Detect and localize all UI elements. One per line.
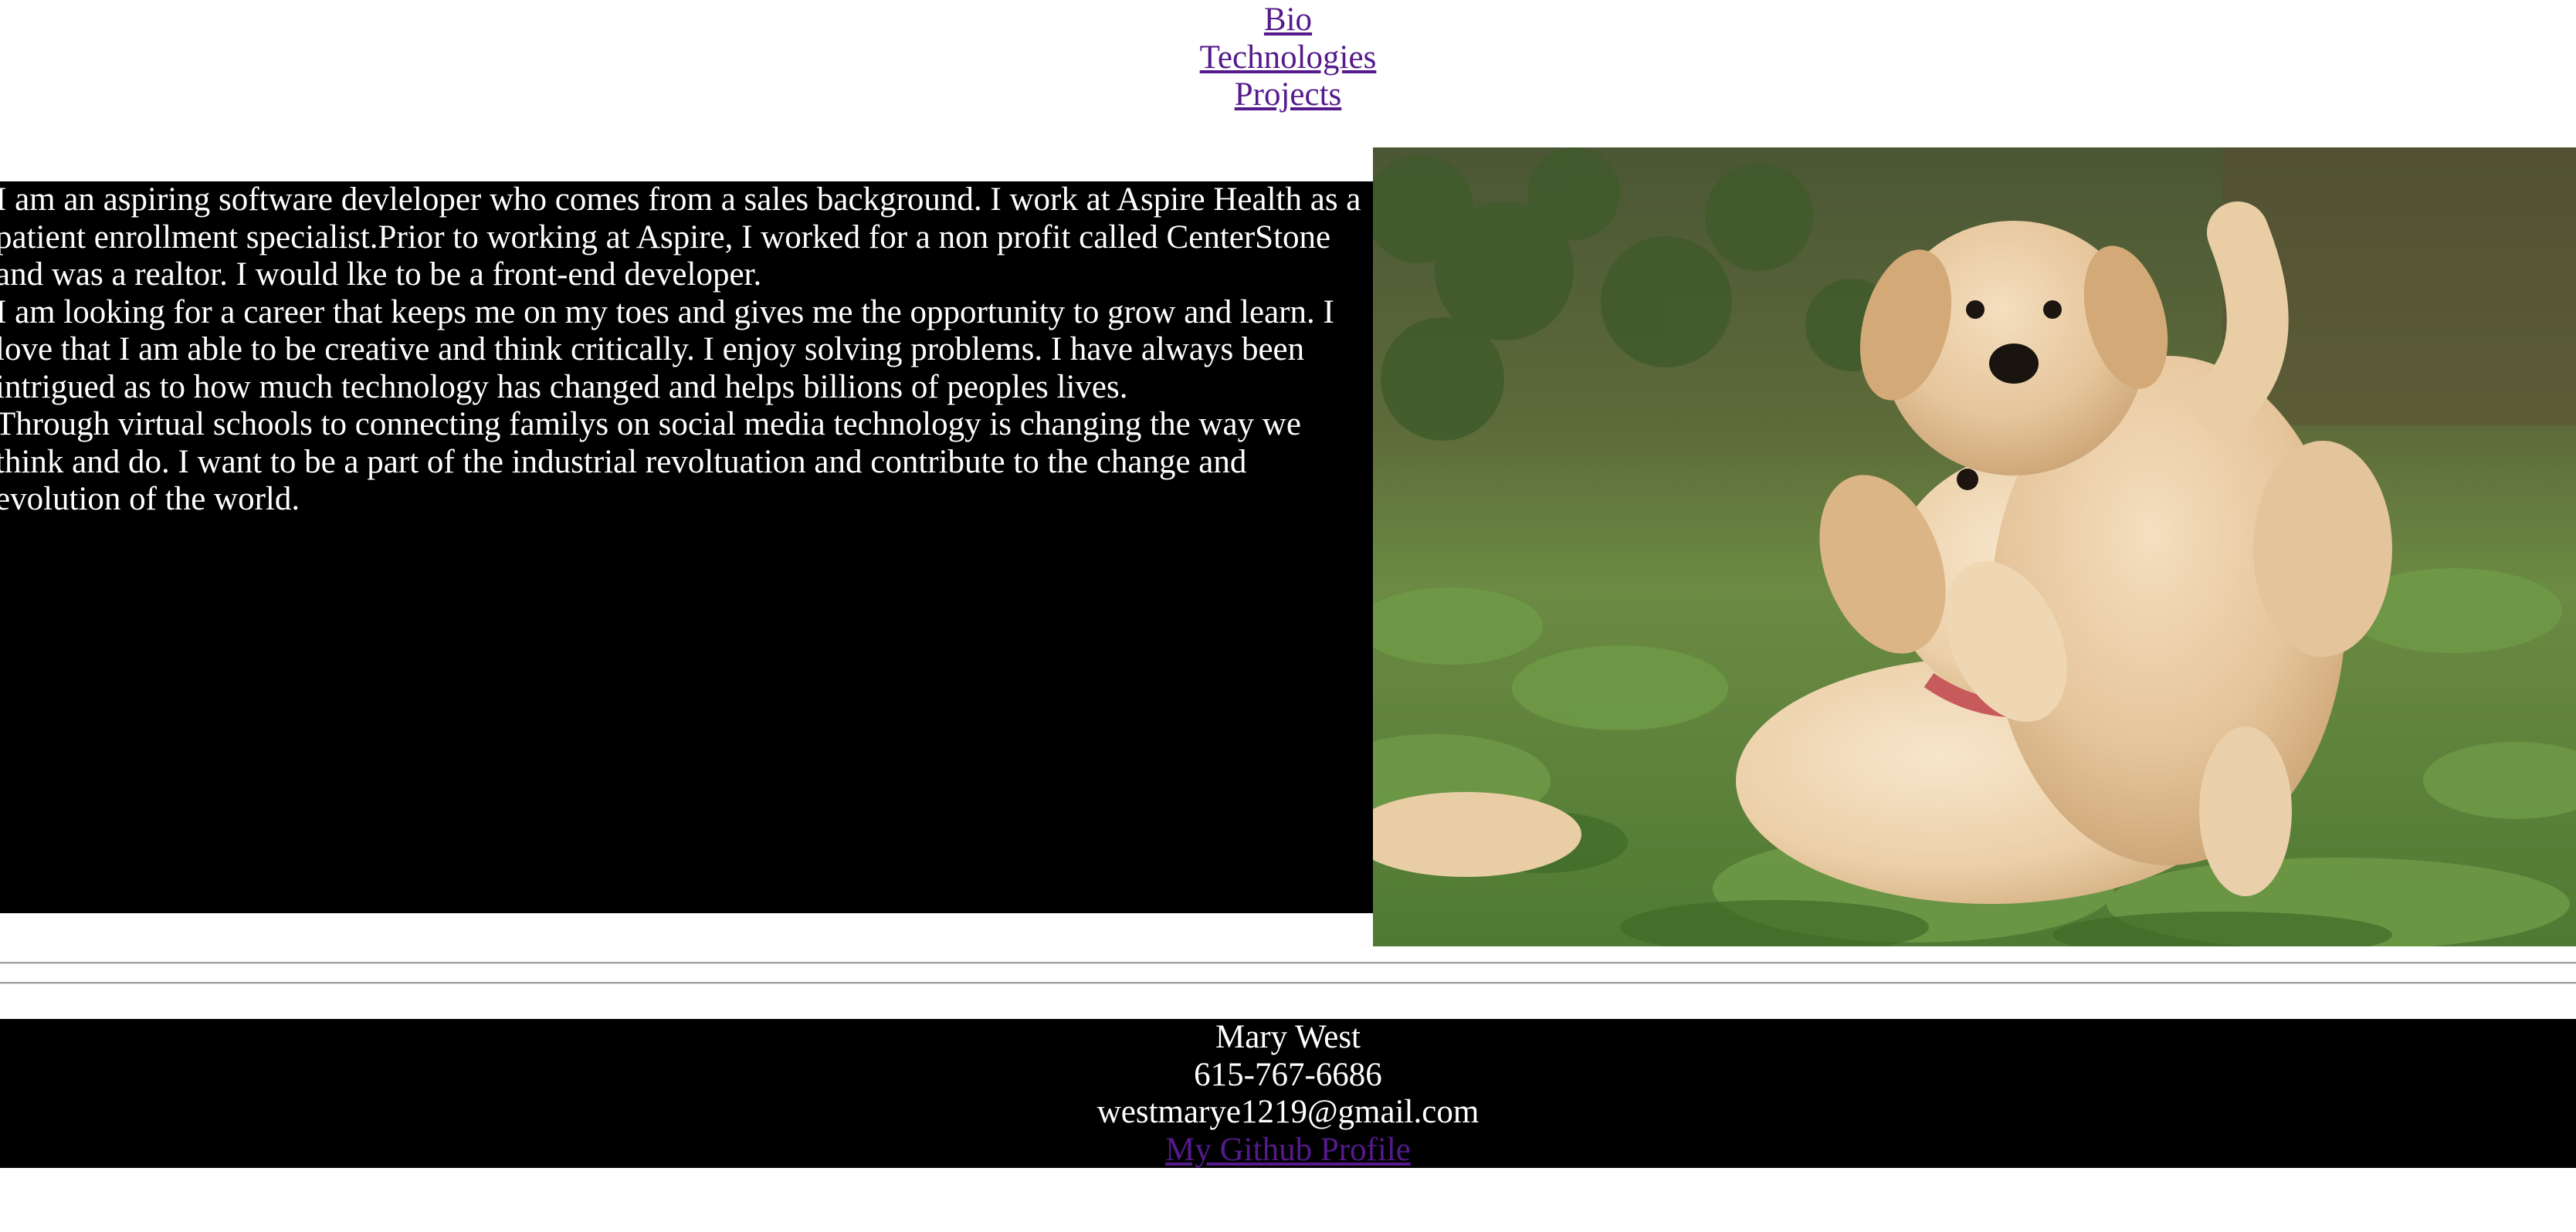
bio-text: I am an aspiring software devleloper who… — [0, 181, 1378, 519]
bio-paragraph-1: I am an aspiring software devleloper who… — [0, 181, 1361, 293]
puppies-photo — [1373, 147, 2576, 946]
contact-phone: 615-767-6686 — [1194, 1056, 1382, 1093]
divider-1 — [0, 962, 2576, 964]
contact-name: Mary West — [1215, 1019, 1361, 1055]
contact-footer: Mary West 615-767-6686 westmarye1219@gma… — [0, 1019, 2576, 1168]
nav-link-technologies[interactable]: Technologies — [1200, 39, 1377, 77]
github-profile-link[interactable]: My Github Profile — [1165, 1132, 1411, 1169]
divider-2 — [0, 982, 2576, 984]
nav-link-projects[interactable]: Projects — [1235, 76, 1342, 114]
top-nav: Bio Technologies Projects — [0, 2, 2576, 114]
nav-link-bio[interactable]: Bio — [1264, 2, 1312, 39]
bio-section: I am an aspiring software devleloper who… — [0, 181, 1373, 913]
bio-paragraph-3: Through virtual schools to connecting fa… — [0, 406, 1301, 517]
bio-paragraph-2: I am looking for a career that keeps me … — [0, 293, 1334, 405]
contact-email: westmarye1219@gmail.com — [1096, 1094, 1480, 1130]
